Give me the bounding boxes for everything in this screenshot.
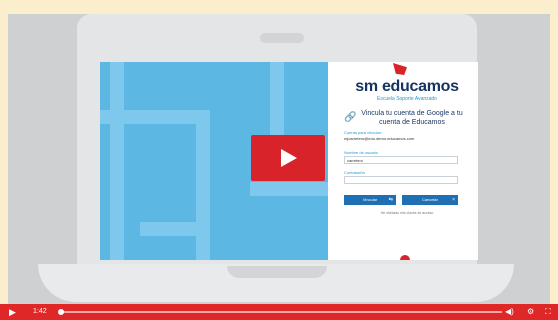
progress-bar[interactable] xyxy=(62,311,502,313)
link-button-label: Vincular xyxy=(362,197,378,202)
play-button[interactable] xyxy=(251,135,325,181)
link-button-icon: ⇆ xyxy=(388,197,393,203)
pattern-stripe xyxy=(250,182,328,196)
pattern-stripe xyxy=(100,110,210,124)
laptop-trackpad-notch xyxy=(227,266,327,278)
close-icon: × xyxy=(452,197,455,203)
brand-mark-fragment xyxy=(400,255,410,260)
play-control-icon[interactable]: ▶ xyxy=(9,304,16,320)
progress-knob[interactable] xyxy=(58,309,64,315)
pattern-stripe xyxy=(110,62,124,260)
username-input[interactable]: carretero xyxy=(344,156,458,164)
video-frame: sm educamos Escuela Soporte Avanzado 🔗 V… xyxy=(0,0,558,320)
password-input[interactable] xyxy=(344,176,458,184)
account-email: mjcarretero@edu.demo.educamos.com xyxy=(344,136,415,141)
background-left xyxy=(0,0,8,320)
account-label: Cuenta para vincular: xyxy=(344,130,383,135)
login-panel: sm educamos Escuela Soporte Avanzado 🔗 V… xyxy=(336,62,478,260)
volume-icon[interactable]: ◀) xyxy=(505,304,514,320)
link-button[interactable]: Vincular ⇆ xyxy=(344,195,396,205)
link-account-title: Vincula tu cuenta de Google a tu cuenta … xyxy=(361,110,463,126)
brand-subtitle: Escuela Soporte Avanzado xyxy=(377,96,437,102)
fullscreen-icon[interactable]: ⛶ xyxy=(545,304,551,320)
forgot-credentials-link[interactable]: He olvidado mis claves de acceso xyxy=(336,211,478,215)
gear-icon[interactable]: ⚙ xyxy=(527,304,534,320)
time-display: 1:42 xyxy=(33,308,47,315)
username-label: Nombre de usuario xyxy=(344,150,379,155)
background-right xyxy=(550,0,558,320)
pattern-stripe xyxy=(196,110,210,260)
cancel-button-label: Cancelar xyxy=(421,197,438,202)
laptop-camera xyxy=(260,33,304,43)
play-icon xyxy=(281,149,297,167)
player-controls: ▶ 1:42 ◀) ⚙ ⛶ xyxy=(0,304,558,320)
password-label: Contraseña xyxy=(344,170,365,175)
brand-logo-icon xyxy=(393,63,407,75)
cancel-button[interactable]: Cancelar × xyxy=(402,195,458,205)
link-icon: 🔗 xyxy=(344,112,357,123)
brand-name: sm educamos xyxy=(355,78,459,95)
pattern-stripe xyxy=(140,222,210,236)
